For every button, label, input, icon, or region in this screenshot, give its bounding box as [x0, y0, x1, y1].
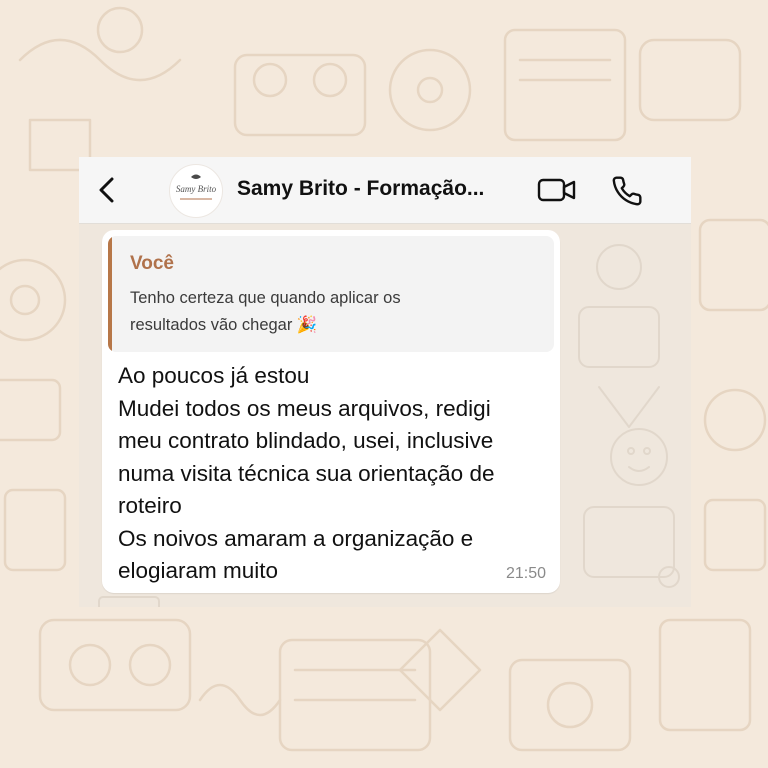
quote-text: Tenho certeza que quando aplicar os resu…: [130, 285, 530, 339]
avatar-logo-text: Samy Brito: [176, 184, 217, 194]
message-line: meu contrato blindado, usei, inclusive: [118, 428, 494, 453]
avatar-logo-icon: Samy Brito: [176, 174, 217, 200]
quote-accent-bar: [108, 236, 112, 352]
quote-line: resultados vão chegar 🎉: [130, 316, 318, 334]
message-bubble[interactable]: Você Tenho certeza que quando aplicar os…: [102, 230, 560, 593]
message-text: Ao poucos já estou Mudei todos os meus a…: [118, 360, 558, 588]
message-line: Os noivos amaram a organização e: [118, 525, 474, 551]
message-line: Ao poucos já estou: [118, 363, 310, 388]
message-line: Mudei todos os meus arquivos, redigi: [118, 395, 491, 421]
chat-screen: Samy Brito Samy Brito - Formação... Você…: [79, 157, 691, 607]
message-line: elogiaram muito: [118, 558, 279, 583]
quote-author: Você: [130, 253, 175, 274]
video-camera-icon[interactable]: [537, 177, 577, 203]
quoted-reply[interactable]: Você Tenho certeza que quando aplicar os…: [108, 236, 554, 352]
phone-icon[interactable]: [611, 175, 643, 207]
message-line: numa visita técnica sua orientação de: [118, 460, 495, 486]
message-timestamp: 21:50: [505, 565, 546, 582]
quote-line: Tenho certeza que quando aplicar os: [130, 289, 401, 307]
avatar[interactable]: Samy Brito: [169, 164, 223, 218]
chat-header: Samy Brito Samy Brito - Formação...: [79, 157, 691, 224]
chat-title[interactable]: Samy Brito - Formação...: [237, 177, 522, 201]
chevron-left-icon[interactable]: [97, 177, 117, 203]
message-line: roteiro: [118, 493, 182, 518]
